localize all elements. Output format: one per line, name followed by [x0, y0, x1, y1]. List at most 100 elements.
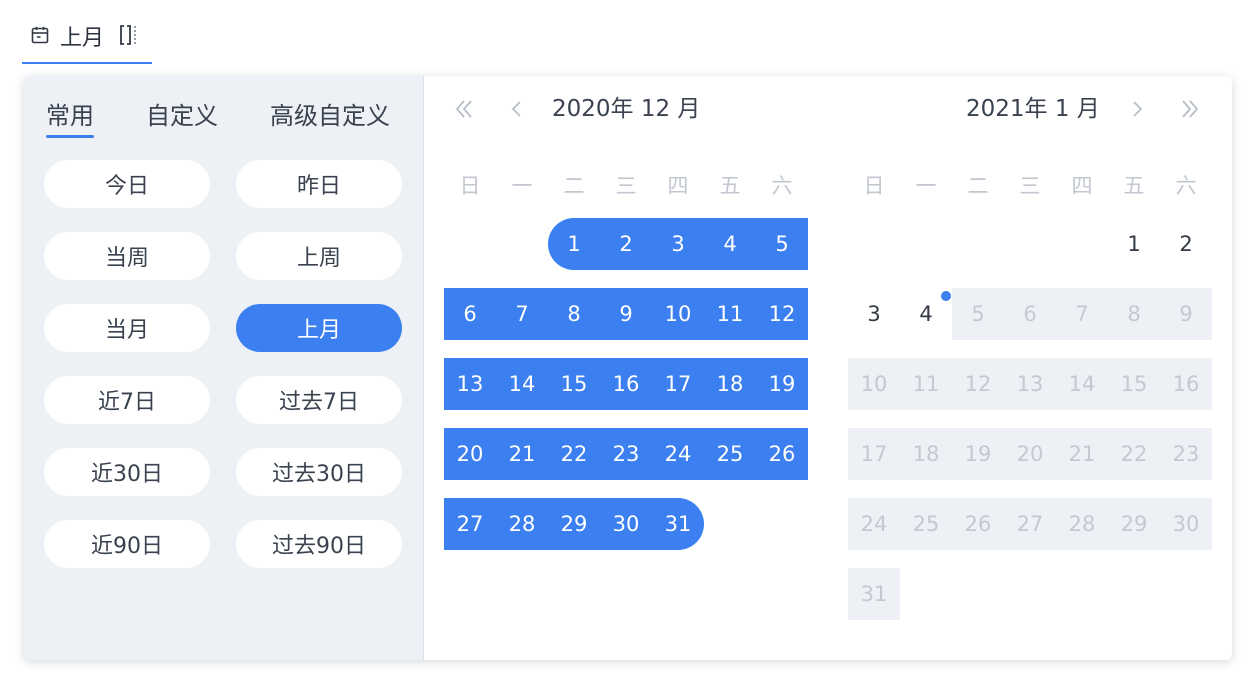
- day-cell: 27: [1004, 498, 1056, 550]
- day-cell: 13: [1004, 358, 1056, 410]
- weekday-header: 三: [615, 174, 637, 198]
- day-cell[interactable]: 30: [600, 498, 652, 550]
- chevron-right-icon[interactable]: [1122, 94, 1152, 124]
- day-cell: 12: [952, 358, 1004, 410]
- day-cell[interactable]: 1: [1108, 218, 1160, 270]
- double-chevron-right-icon[interactable]: [1174, 94, 1204, 124]
- left-month-title: 2020年 12 月: [552, 96, 701, 122]
- day-cell: 22: [1108, 428, 1160, 480]
- day-cell[interactable]: 26: [756, 428, 808, 480]
- day-cell[interactable]: 27: [444, 498, 496, 550]
- day-cell[interactable]: 24: [652, 428, 704, 480]
- day-cell[interactable]: 17: [652, 358, 704, 410]
- day-cell: 28: [1056, 498, 1108, 550]
- day-cell[interactable]: 3: [652, 218, 704, 270]
- tab-advanced-custom[interactable]: 高级自定义: [270, 98, 390, 138]
- weekday-header: 五: [1123, 174, 1145, 198]
- day-cell[interactable]: 28: [496, 498, 548, 550]
- day-cell: 8: [1108, 288, 1160, 340]
- day-cell[interactable]: 11: [704, 288, 756, 340]
- day-cell: 24: [848, 498, 900, 550]
- date-range-trigger[interactable]: 上月: [22, 14, 152, 64]
- weekday-header: 日: [459, 174, 481, 198]
- weekday-header: 日: [863, 174, 885, 198]
- day-cell[interactable]: 21: [496, 428, 548, 480]
- day-cell[interactable]: 10: [652, 288, 704, 340]
- day-cell[interactable]: 2: [1160, 218, 1212, 270]
- day-cell[interactable]: 2: [600, 218, 652, 270]
- weekday-header: 四: [1071, 174, 1093, 198]
- quick-past-90-days[interactable]: 过去90日: [236, 520, 402, 568]
- day-cell[interactable]: 29: [548, 498, 600, 550]
- weekday-header: 三: [1019, 174, 1041, 198]
- shortcut-sidebar: 常用 自定义 高级自定义 今日 昨日 当周 上周 当月 上月 近7日 过去7日 …: [24, 76, 424, 660]
- quick-today[interactable]: 今日: [44, 160, 210, 208]
- day-cell: 31: [848, 568, 900, 620]
- day-cell[interactable]: 20: [444, 428, 496, 480]
- day-cell: 26: [952, 498, 1004, 550]
- day-cell[interactable]: 8: [548, 288, 600, 340]
- weekday-header: 五: [719, 174, 741, 198]
- day-cell[interactable]: 1: [548, 218, 600, 270]
- quick-past-30-days[interactable]: 过去30日: [236, 448, 402, 496]
- day-cell: 21: [1056, 428, 1108, 480]
- day-cell: 7: [1056, 288, 1108, 340]
- weekday-header: 二: [563, 174, 585, 198]
- chevron-left-icon[interactable]: [502, 94, 532, 124]
- day-cell: 18: [900, 428, 952, 480]
- quick-past-7-days[interactable]: 过去7日: [236, 376, 402, 424]
- day-cell: 29: [1108, 498, 1160, 550]
- tab-custom[interactable]: 自定义: [146, 98, 218, 138]
- day-cell: 30: [1160, 498, 1212, 550]
- day-cell[interactable]: 4: [900, 288, 952, 340]
- right-month-title: 2021年 1 月: [966, 96, 1100, 122]
- day-cell: 17: [848, 428, 900, 480]
- weekday-header: 六: [1175, 174, 1197, 198]
- day-cell[interactable]: 16: [600, 358, 652, 410]
- day-cell[interactable]: 13: [444, 358, 496, 410]
- day-cell[interactable]: 7: [496, 288, 548, 340]
- trigger-label: 上月: [60, 26, 105, 51]
- day-cell: 16: [1160, 358, 1212, 410]
- weekday-header: 二: [967, 174, 989, 198]
- day-cell: 11: [900, 358, 952, 410]
- day-cell[interactable]: 18: [704, 358, 756, 410]
- day-cell: 6: [1004, 288, 1056, 340]
- quick-last-week[interactable]: 上周: [236, 232, 402, 280]
- day-cell: 5: [952, 288, 1004, 340]
- day-cell[interactable]: 12: [756, 288, 808, 340]
- day-cell: 15: [1108, 358, 1160, 410]
- tab-common[interactable]: 常用: [46, 98, 94, 138]
- day-cell[interactable]: 25: [704, 428, 756, 480]
- quick-this-week[interactable]: 当周: [44, 232, 210, 280]
- double-chevron-left-icon[interactable]: [450, 94, 480, 124]
- quick-last-month[interactable]: 上月: [236, 304, 402, 352]
- weekday-header: 四: [667, 174, 689, 198]
- day-cell[interactable]: 4: [704, 218, 756, 270]
- day-cell[interactable]: 15: [548, 358, 600, 410]
- range-bracket-icon: [120, 25, 136, 45]
- day-cell[interactable]: 9: [600, 288, 652, 340]
- day-cell[interactable]: 6: [444, 288, 496, 340]
- quick-recent-30-days[interactable]: 近30日: [44, 448, 210, 496]
- day-cell[interactable]: 3: [848, 288, 900, 340]
- day-cell[interactable]: 23: [600, 428, 652, 480]
- day-cell[interactable]: 5: [756, 218, 808, 270]
- day-cell[interactable]: 31: [652, 498, 704, 550]
- today-indicator: [941, 291, 951, 301]
- day-cell[interactable]: 22: [548, 428, 600, 480]
- calendar-icon: [31, 26, 49, 44]
- date-picker-panel: 常用 自定义 高级自定义 今日 昨日 当周 上周 当月 上月 近7日 过去7日 …: [24, 76, 1232, 660]
- weekday-header: 一: [511, 174, 533, 198]
- quick-yesterday[interactable]: 昨日: [236, 160, 402, 208]
- day-cell[interactable]: 14: [496, 358, 548, 410]
- day-cell: 9: [1160, 288, 1212, 340]
- quick-this-month[interactable]: 当月: [44, 304, 210, 352]
- weekday-header: 六: [771, 174, 793, 198]
- day-cell: 20: [1004, 428, 1056, 480]
- day-cell[interactable]: 19: [756, 358, 808, 410]
- day-cell: 25: [900, 498, 952, 550]
- weekday-header: 一: [915, 174, 937, 198]
- quick-recent-90-days[interactable]: 近90日: [44, 520, 210, 568]
- quick-recent-7-days[interactable]: 近7日: [44, 376, 210, 424]
